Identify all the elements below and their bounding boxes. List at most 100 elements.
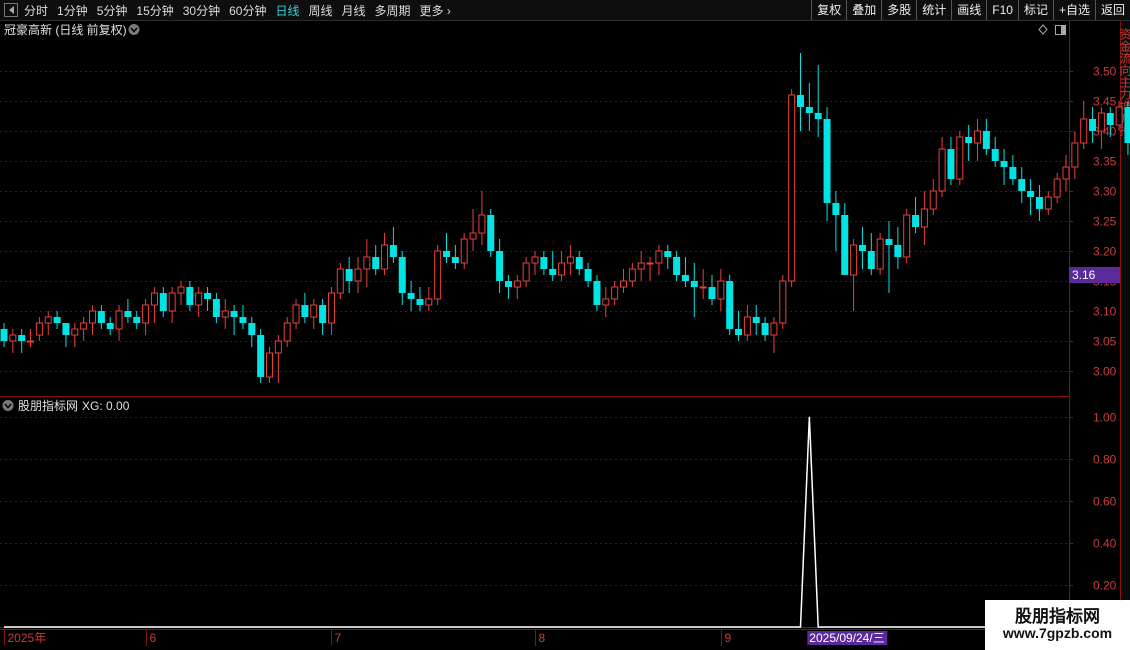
candle	[903, 209, 911, 263]
candle-body	[540, 257, 548, 269]
candle-body	[761, 323, 769, 335]
candle-body	[1071, 142, 1079, 168]
candle-body	[425, 298, 433, 306]
candle-body	[628, 268, 636, 282]
candle-body	[504, 281, 512, 287]
candle-body	[381, 244, 389, 270]
candle-body	[991, 149, 999, 161]
candle-body	[575, 257, 583, 269]
price-tick-label: 3.30	[1093, 185, 1117, 199]
candle-body	[876, 238, 884, 270]
candle-body	[124, 311, 132, 317]
candle-body	[27, 340, 35, 343]
candle-body	[80, 322, 88, 330]
candle-body	[611, 286, 619, 300]
candle-body	[62, 323, 70, 335]
candle-body	[912, 215, 920, 227]
candle-body	[903, 214, 911, 258]
candle-body	[451, 257, 459, 263]
candle-body	[71, 328, 79, 336]
candle-body	[212, 299, 220, 317]
candle-body	[257, 335, 265, 377]
candle-body	[0, 329, 8, 341]
price-tick-label: 3.05	[1093, 335, 1117, 349]
candle-body	[186, 287, 194, 305]
candle-body	[690, 281, 698, 287]
candle	[434, 245, 442, 305]
stock-chart[interactable]: 资金流向主力增减持 3.003.053.103.153.203.253.303.…	[0, 0, 1130, 650]
price-tick-label: 3.10	[1093, 305, 1117, 319]
date-label: 2025年	[8, 631, 47, 645]
candle-body	[363, 256, 371, 270]
candle-body	[1062, 166, 1070, 180]
candle-body	[620, 280, 627, 288]
candle-body	[292, 304, 300, 324]
candle-body	[434, 250, 442, 300]
candle-body	[1035, 197, 1043, 209]
candle-body	[195, 292, 203, 306]
indicator-tick-label: 0.20	[1093, 579, 1117, 593]
candle-body	[142, 304, 150, 324]
candle-body	[372, 257, 380, 269]
candle-body	[947, 149, 955, 179]
candle-body	[1115, 106, 1123, 126]
candle-body	[469, 232, 477, 240]
candle-body	[717, 280, 725, 300]
candle-body	[743, 316, 751, 336]
indicator-tick-label: 0.40	[1093, 537, 1117, 551]
candle-body	[398, 257, 406, 293]
candle-body	[1018, 179, 1026, 191]
date-label: 6	[150, 631, 157, 645]
candle-body	[89, 310, 96, 324]
watermark-title: 股朋指标网	[1015, 607, 1100, 626]
candle-body	[354, 268, 362, 282]
current-price-label: 3.16	[1072, 268, 1096, 282]
candle-body	[832, 203, 840, 215]
price-tick-label: 3.00	[1093, 365, 1117, 379]
candle-body	[115, 310, 123, 330]
candle-body	[531, 256, 539, 264]
candle	[788, 89, 796, 287]
candle-body	[327, 292, 335, 324]
indicator-tick-label: 1.00	[1093, 411, 1117, 425]
candle-body	[18, 335, 26, 341]
candle-body	[681, 275, 689, 281]
candle-body	[779, 280, 787, 324]
cursor-date-label: 2025/09/24/三	[809, 631, 884, 645]
candle-body	[566, 256, 574, 264]
candle-body	[283, 322, 291, 342]
candle-body	[443, 251, 450, 257]
title-menu-icon[interactable]	[128, 24, 140, 35]
candle-body	[44, 316, 52, 324]
candle-body	[150, 292, 158, 306]
candle-body	[1089, 119, 1097, 131]
candle-body	[9, 334, 17, 342]
candle-body	[788, 94, 796, 282]
candle-body	[805, 107, 813, 113]
price-tick-label: 3.25	[1093, 215, 1117, 229]
indicator-menu-icon[interactable]	[2, 400, 14, 411]
candle-body	[248, 323, 256, 335]
candle-body	[549, 269, 557, 275]
candle-body	[1080, 118, 1088, 144]
candle-body	[97, 311, 105, 323]
watermark-url: www.7gpzb.com	[1002, 625, 1113, 641]
candle-body	[1027, 191, 1035, 197]
candle-body	[487, 215, 495, 251]
candle-body	[602, 298, 610, 306]
candle-body	[752, 317, 760, 323]
candle-body	[496, 251, 504, 281]
candle-body	[982, 131, 990, 149]
current-price-tag: 3.16	[1069, 267, 1120, 283]
candle-body	[699, 286, 707, 289]
candle-body	[513, 280, 521, 288]
candle-body	[177, 286, 185, 294]
indicator-tick-label: 0.80	[1093, 453, 1117, 467]
candle-body	[929, 190, 937, 210]
candle-body	[53, 317, 61, 323]
candle-body	[1044, 196, 1052, 210]
price-tick-label: 3.45	[1093, 95, 1117, 109]
candle-body	[593, 281, 601, 305]
candle-body	[726, 281, 734, 329]
candle-body	[460, 238, 468, 264]
